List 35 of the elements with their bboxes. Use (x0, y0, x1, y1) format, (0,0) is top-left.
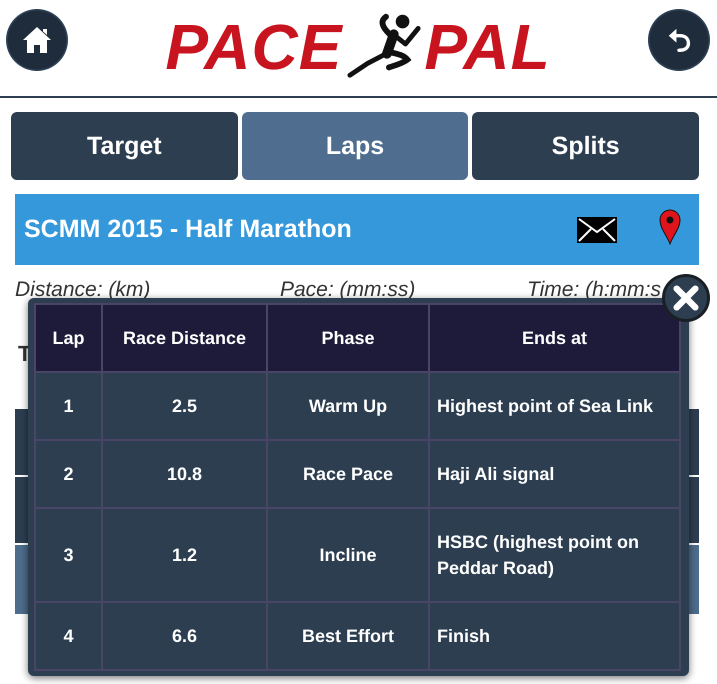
table-cell: 1.2 (102, 508, 267, 602)
race-title: SCMM 2015 - Half Marathon (24, 215, 353, 244)
tab[interactable]: Laps (242, 112, 468, 180)
table-cell: Finish (429, 602, 680, 670)
table-cell: 4 (35, 602, 102, 670)
tab[interactable]: Target (11, 112, 238, 180)
field-label: Distance: (km) (15, 279, 150, 301)
table-cell: Warm Up (267, 372, 429, 440)
table-header-cell: Lap (35, 304, 102, 372)
field-label: Time: (h:mm:s (527, 279, 661, 301)
logo-text: PAL (424, 12, 552, 82)
table-header-cell: Race Distance (102, 304, 267, 372)
table-cell: 1 (35, 372, 102, 440)
table-cell: 2.5 (102, 372, 267, 440)
table-cell: Haji Ali signal (429, 440, 680, 508)
undo-arrow-icon (667, 27, 691, 53)
table-cell: Incline (267, 508, 429, 602)
logo-text: PACE (165, 12, 344, 82)
table-cell: 6.6 (102, 602, 267, 670)
table-cell: 10.8 (102, 440, 267, 508)
table-cell: HSBC (highest point on Peddar Road) (429, 508, 680, 602)
table-header-cell: Ends at (429, 304, 680, 372)
envelope-icon[interactable] (577, 216, 617, 242)
table-cell: 2 (35, 440, 102, 508)
table-header-cell: Phase (267, 304, 429, 372)
close-icon (672, 284, 700, 312)
tab[interactable]: Splits (472, 112, 700, 180)
field-label: Pace: (mm:ss) (280, 279, 416, 301)
table-cell: Highest point of Sea Link (429, 372, 680, 440)
table-cell: 3 (35, 508, 102, 602)
close-button[interactable] (662, 274, 710, 322)
table-cell: Best Effort (267, 602, 429, 670)
table-cell: Race Pace (267, 440, 429, 508)
home-icon (22, 26, 52, 54)
map-pin-icon[interactable] (659, 208, 681, 244)
